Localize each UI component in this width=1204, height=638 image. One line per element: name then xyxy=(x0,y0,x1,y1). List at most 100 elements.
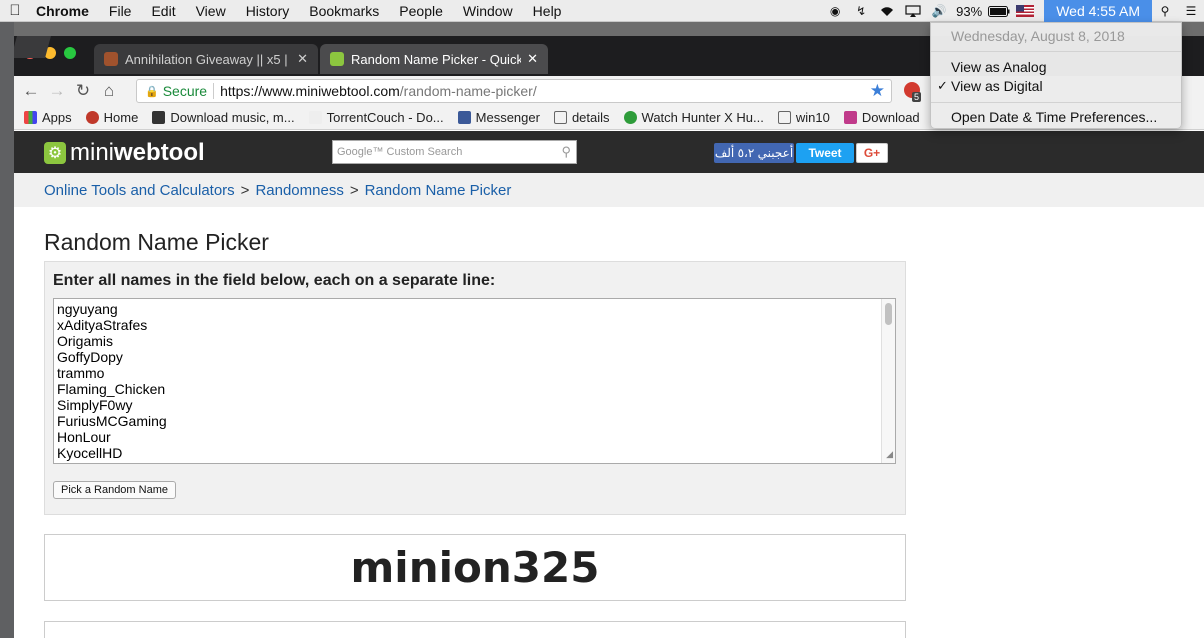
menu-view[interactable]: View xyxy=(186,0,236,22)
bookmark-star-icon[interactable]: ★ xyxy=(870,81,885,101)
miniwebtool-favicon-icon xyxy=(330,52,344,66)
back-icon[interactable]: ← xyxy=(18,81,44,101)
bookmark-download-music[interactable]: Download music, m... xyxy=(152,110,295,125)
home-icon[interactable]: ⌂ xyxy=(96,81,122,101)
site-favicon-icon xyxy=(104,52,118,66)
bookmark-label: Apps xyxy=(42,110,72,125)
bookmark-apps[interactable]: Apps xyxy=(24,110,72,125)
menu-window[interactable]: Window xyxy=(453,0,523,22)
zoom-window-button[interactable] xyxy=(64,47,76,59)
menu-app-chrome[interactable]: Chrome xyxy=(26,0,99,22)
airplay-icon[interactable] xyxy=(902,0,924,22)
bookmark-hunter-x-hunter[interactable]: Watch Hunter X Hu... xyxy=(623,110,764,125)
name-line: trammo xyxy=(57,365,105,381)
menu-history[interactable]: History xyxy=(236,0,300,22)
url-path: /random-name-picker/ xyxy=(399,83,537,99)
reload-icon[interactable]: ↻ xyxy=(70,81,96,101)
clock-menu-item[interactable]: Wed 4:55 AM xyxy=(1044,0,1152,22)
breadcrumb-separator: > xyxy=(349,181,359,199)
breadcrumb-online-tools[interactable]: Online Tools and Calculators xyxy=(44,182,235,199)
spotlight-icon[interactable]: ⚲ xyxy=(1154,0,1176,22)
wifi-icon[interactable] xyxy=(876,0,898,22)
name-line: xAdityaStrafes xyxy=(57,317,148,333)
textarea-scrollbar[interactable] xyxy=(881,299,895,463)
pick-random-name-button[interactable]: Pick a Random Name xyxy=(53,481,176,499)
apps-grid-icon xyxy=(24,111,37,124)
page-icon xyxy=(777,111,791,124)
menu-edit[interactable]: Edit xyxy=(141,0,185,22)
close-tab-icon[interactable]: ✕ xyxy=(527,51,538,67)
page-icon xyxy=(553,111,567,124)
menu-divider xyxy=(931,51,1181,52)
names-textarea[interactable]: ngyuyang xAdityaStrafes Origamis GoffyDo… xyxy=(53,298,896,464)
site-icon xyxy=(152,111,166,124)
bookmark-messenger[interactable]: Messenger xyxy=(457,110,540,125)
logo-text-bold: webtool xyxy=(114,139,205,166)
bookmark-win10[interactable]: win10 xyxy=(777,110,830,125)
breadcrumb-random-name-picker[interactable]: Random Name Picker xyxy=(365,182,512,199)
menu-bookmarks[interactable]: Bookmarks xyxy=(299,0,389,22)
facebook-like-button[interactable]: أعجبني ٥،٢ ألف xyxy=(714,143,794,163)
view-as-digital-item[interactable]: View as Digital xyxy=(951,78,1043,94)
search-icon[interactable]: ⚲ xyxy=(561,144,571,160)
tab-random-name-picker[interactable]: Random Name Picker - Quickly ✕ xyxy=(320,44,548,74)
battery-icon[interactable] xyxy=(988,0,1010,22)
bookmark-download[interactable]: Download xyxy=(843,110,920,125)
scrollbar-thumb[interactable] xyxy=(885,303,892,325)
name-line: GoffyDopy xyxy=(57,349,123,365)
tab-annihilation-giveaway[interactable]: Annihilation Giveaway || x5 | Pi ✕ xyxy=(94,44,318,74)
home-site-icon xyxy=(85,111,99,124)
tweet-button[interactable]: Tweet xyxy=(796,143,854,163)
bookmark-label: win10 xyxy=(795,110,830,125)
bookmark-home[interactable]: Home xyxy=(85,110,139,125)
breadcrumb-separator: > xyxy=(240,181,250,199)
open-date-time-preferences-item[interactable]: Open Date & Time Preferences... xyxy=(951,109,1157,125)
notification-center-icon[interactable]: ☰ xyxy=(1180,0,1202,22)
bookmark-label: Watch Hunter X Hu... xyxy=(641,110,764,125)
bookmark-label: TorrentCouch - Do... xyxy=(326,110,444,125)
miniwebtool-logo[interactable]: ⚙ mini webtool xyxy=(44,139,205,167)
close-tab-icon[interactable]: ✕ xyxy=(297,51,308,67)
volume-icon[interactable]: 🔊 xyxy=(928,0,950,22)
apple-menu-icon[interactable]:  xyxy=(4,2,26,19)
battery-percent: 93% xyxy=(956,3,983,19)
us-flag-icon[interactable] xyxy=(1014,0,1036,22)
site-header: ⚙ mini webtool Google™ Custom Search ⚲ أع… xyxy=(14,131,1204,173)
name-line: SimplyF0wy xyxy=(57,397,133,413)
mac-menu-bar:  Chrome File Edit View History Bookmark… xyxy=(0,0,1204,22)
current-date-label: Wednesday, August 8, 2018 xyxy=(951,28,1125,44)
menu-file[interactable]: File xyxy=(99,0,142,22)
view-as-analog-item[interactable]: View as Analog xyxy=(951,59,1046,75)
menu-help[interactable]: Help xyxy=(523,0,572,22)
desktop-background xyxy=(0,22,14,638)
name-line: KyocellHD xyxy=(57,445,123,461)
bluetooth-icon[interactable]: ↯ xyxy=(850,0,872,22)
tab-title: Annihilation Giveaway || x5 | Pi xyxy=(125,51,292,67)
bookmark-details[interactable]: details xyxy=(553,110,610,125)
name-line: Origamis xyxy=(57,333,114,349)
google-plus-button[interactable]: G+ xyxy=(856,143,888,163)
clock-dropdown-menu: Wednesday, August 8, 2018 View as Analog… xyxy=(930,22,1182,129)
menu-divider xyxy=(931,102,1181,103)
web-page: ⚙ mini webtool Google™ Custom Search ⚲ أع… xyxy=(14,131,1204,638)
site-icon xyxy=(843,111,857,124)
menu-extras: ◉ ↯ 🔊 93% Wed 4:55 AM ⚲ ☰ xyxy=(822,0,1204,22)
name-line: ngyuyang xyxy=(57,301,118,317)
bookmark-label: Download music, m... xyxy=(170,110,295,125)
name-line: FuriusMCGaming xyxy=(57,413,167,429)
logo-text-light: mini xyxy=(70,139,115,166)
resize-grip-icon[interactable]: ◢ xyxy=(886,446,893,462)
bookmark-label: Home xyxy=(103,110,139,125)
breadcrumb-randomness[interactable]: Randomness xyxy=(255,182,343,199)
address-bar[interactable]: 🔒 Secure https://www.miniwebtool.com /ra… xyxy=(136,79,892,103)
bookmark-torrentcouch[interactable]: TorrentCouch - Do... xyxy=(308,110,444,125)
name-line: HonLour xyxy=(57,429,111,445)
new-tab-button[interactable] xyxy=(14,36,51,58)
name-entry-panel: Enter all names in the field below, each… xyxy=(44,261,906,515)
bookmark-label: Download xyxy=(861,110,920,125)
google-custom-search-input[interactable]: Google™ Custom Search ⚲ xyxy=(332,140,577,164)
forward-icon[interactable]: → xyxy=(44,81,70,101)
chrome-status-icon[interactable]: ◉ xyxy=(824,0,846,22)
lock-icon: 🔒 xyxy=(145,85,159,98)
menu-people[interactable]: People xyxy=(389,0,453,22)
